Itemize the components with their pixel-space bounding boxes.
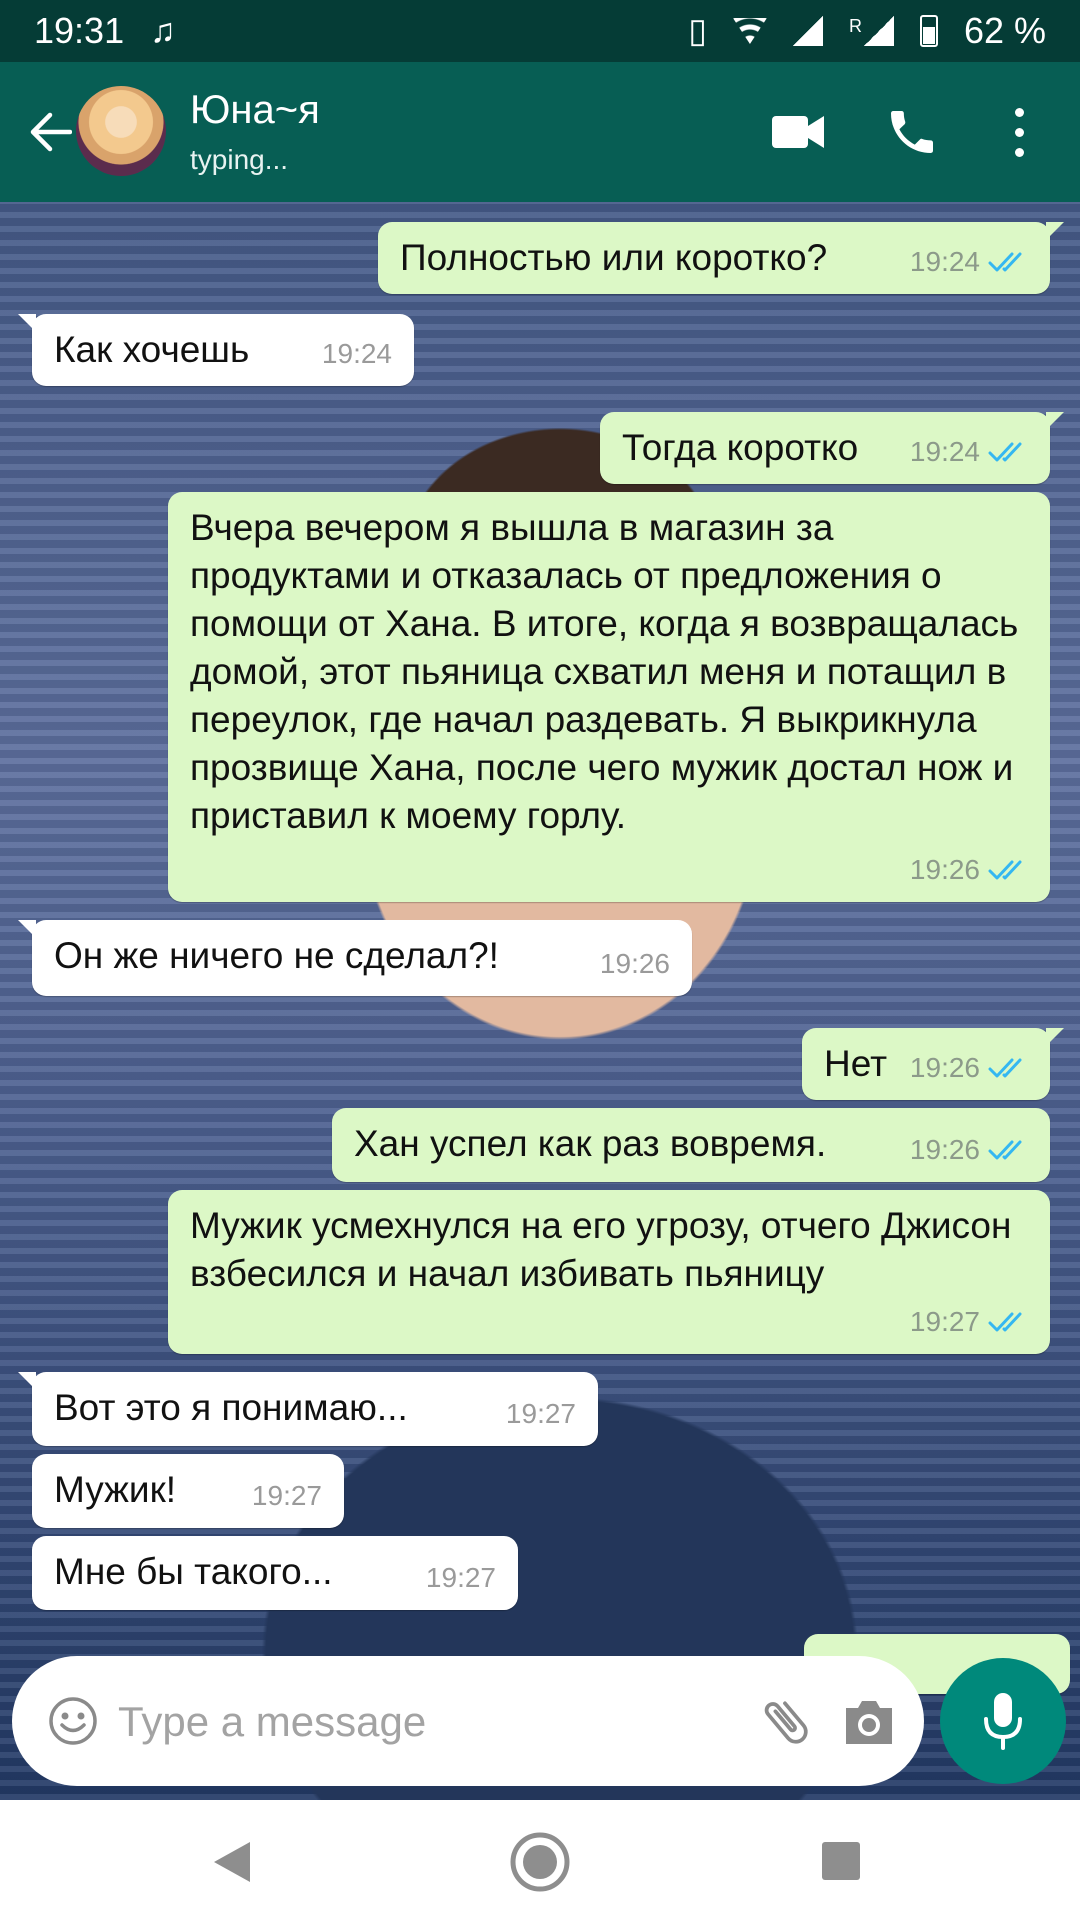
- roaming-signal-icon: R: [849, 16, 894, 46]
- mic-icon: [984, 1693, 1022, 1750]
- message-meta: 19:24: [322, 330, 392, 378]
- message-bubble[interactable]: Тогда коротко 19:24: [600, 412, 1064, 484]
- message-bubble[interactable]: Хан успел как раз вовремя. 19:26: [332, 1108, 1050, 1182]
- vibrate-icon: ▯: [688, 12, 707, 50]
- message-time: 19:24: [321, 338, 392, 369]
- message-time: 19:26: [909, 1134, 980, 1165]
- nav-home-icon[interactable]: [508, 1830, 572, 1894]
- battery-icon: [919, 15, 938, 47]
- message-text: Вчера вечером я вышла в магазин за проду…: [190, 507, 1029, 836]
- message-bubble[interactable]: Он же ничего не сделал?! 19:26: [18, 920, 692, 996]
- message-bubble[interactable]: Как хочешь 19:24: [18, 314, 414, 386]
- message-input[interactable]: [116, 1686, 740, 1758]
- message-meta: 19:24: [910, 238, 1028, 286]
- nav-back-icon[interactable]: [210, 1838, 254, 1886]
- message-time: 19:27: [425, 1562, 496, 1593]
- message-time: 19:24: [909, 246, 980, 277]
- double-check-icon: [988, 1312, 1022, 1332]
- roaming-label: R: [848, 16, 862, 36]
- message-meta: 19:27: [910, 1298, 1028, 1346]
- message-text: Мужик усмехнулся на его угрозу, отчего Д…: [190, 1205, 1022, 1294]
- back-arrow-icon[interactable]: [20, 102, 80, 162]
- message-time: 19:26: [599, 948, 670, 979]
- battery-percent: 62 %: [963, 10, 1046, 51]
- status-time: 19:31: [34, 10, 125, 51]
- double-check-icon: [988, 1140, 1022, 1160]
- avatar[interactable]: [76, 86, 166, 176]
- more-vert-icon[interactable]: [1004, 102, 1034, 162]
- message-meta: 19:24: [910, 428, 1028, 476]
- contact-status: typing...: [190, 144, 289, 175]
- message-bubble[interactable]: Нет 19:26: [802, 1028, 1064, 1100]
- message-meta: 19:27: [426, 1554, 496, 1602]
- status-right: ▯ R 62 %: [688, 10, 1046, 52]
- system-nav-bar: [0, 1800, 1080, 1920]
- chat-background: Полностью или коротко? 19:24 Как хочешь …: [0, 202, 1080, 1800]
- message-meta: 19:26: [910, 846, 1028, 894]
- nav-recents-icon[interactable]: [822, 1842, 860, 1880]
- music-note-icon: ♫: [150, 12, 176, 50]
- message-meta: 19:26: [600, 940, 670, 988]
- message-meta: 19:27: [252, 1472, 322, 1520]
- double-check-icon: [988, 860, 1022, 880]
- message-time: 19:26: [909, 1052, 980, 1083]
- message-bubble[interactable]: Мужик усмехнулся на его угрозу, отчего Д…: [168, 1190, 1050, 1354]
- double-check-icon: [988, 442, 1022, 462]
- double-check-icon: [988, 252, 1022, 272]
- wifi-icon: [732, 18, 767, 44]
- message-bubble[interactable]: Полностью или коротко? 19:24: [378, 222, 1064, 294]
- video-call-icon[interactable]: [770, 106, 826, 158]
- message-time: 19:27: [909, 1306, 980, 1337]
- message-meta: 19:26: [910, 1126, 1028, 1174]
- message-meta: 19:26: [910, 1044, 1028, 1092]
- camera-icon[interactable]: [842, 1696, 896, 1748]
- message-time: 19:26: [909, 854, 980, 885]
- status-bar: 19:31 ♫ ▯ R 62 %: [0, 0, 1080, 62]
- message-composer: [12, 1656, 924, 1786]
- contact-name[interactable]: Юна~я: [190, 88, 320, 133]
- attach-icon[interactable]: [756, 1692, 816, 1752]
- message-bubble[interactable]: Мне бы такого... 19:27: [32, 1536, 518, 1610]
- phone-icon[interactable]: [884, 104, 940, 160]
- double-check-icon: [988, 1058, 1022, 1078]
- message-meta: 19:27: [506, 1390, 576, 1438]
- message-time: 19:27: [251, 1480, 322, 1511]
- message-time: 19:24: [909, 436, 980, 467]
- message-bubble[interactable]: Мужик! 19:27: [32, 1454, 344, 1528]
- emoji-icon[interactable]: [48, 1696, 98, 1746]
- message-text: Он же ничего не сделал?!: [54, 935, 499, 976]
- signal-icon: [792, 16, 823, 46]
- message-time: 19:27: [505, 1398, 576, 1429]
- message-bubble[interactable]: Вот это я понимаю... 19:27: [18, 1372, 598, 1446]
- message-bubble[interactable]: Вчера вечером я вышла в магазин за проду…: [168, 492, 1050, 902]
- status-left: 19:31 ♫: [34, 10, 176, 52]
- chat-header: Юна~я typing...: [0, 62, 1080, 202]
- mic-button[interactable]: [940, 1658, 1066, 1784]
